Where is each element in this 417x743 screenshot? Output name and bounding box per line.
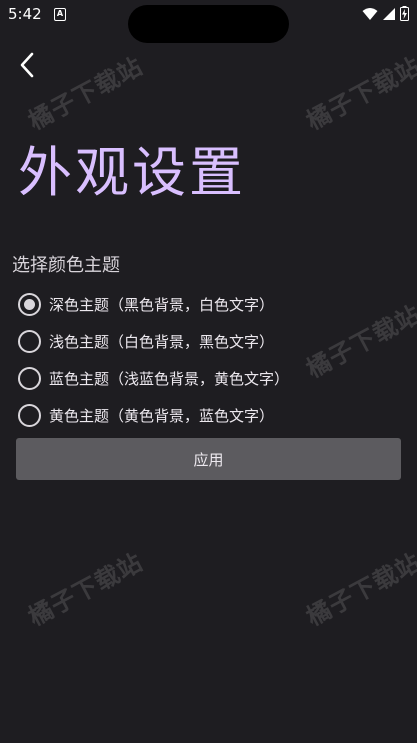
watermark: 橘子下载站 [301, 52, 417, 136]
chevron-left-icon [20, 52, 34, 78]
theme-option-yellow[interactable]: 黄色主题（黄色背景，蓝色文字） [18, 397, 398, 434]
wifi-icon [362, 7, 378, 20]
radio-dot [24, 299, 35, 310]
theme-option-light[interactable]: 浅色主题（白色背景，黑色文字） [18, 323, 398, 360]
notification-icon: A [54, 8, 66, 21]
radio-button-selected[interactable] [18, 293, 41, 316]
watermark: 橘子下载站 [301, 548, 417, 632]
theme-option-label: 蓝色主题（浅蓝色背景，黄色文字） [49, 370, 290, 388]
theme-option-label: 深色主题（黑色背景，白色文字） [49, 296, 275, 314]
status-bar: 5:42 A [0, 0, 417, 43]
watermark: 橘子下载站 [23, 548, 148, 632]
section-label: 选择颜色主题 [12, 255, 120, 276]
battery-icon [400, 6, 409, 21]
signal-icon [383, 7, 395, 20]
theme-option-blue[interactable]: 蓝色主题（浅蓝色背景，黄色文字） [18, 360, 398, 397]
radio-button[interactable] [18, 404, 41, 427]
theme-radio-group: 深色主题（黑色背景，白色文字） 浅色主题（白色背景，黑色文字） 蓝色主题（浅蓝色… [18, 286, 398, 434]
apply-button[interactable]: 应用 [16, 438, 401, 480]
theme-option-dark[interactable]: 深色主题（黑色背景，白色文字） [18, 286, 398, 323]
status-time: 5:42 [8, 5, 42, 23]
radio-button[interactable] [18, 330, 41, 353]
radio-button[interactable] [18, 367, 41, 390]
page-title: 外观设置 [18, 141, 246, 204]
status-icons [362, 6, 409, 21]
back-button[interactable] [12, 50, 42, 80]
camera-cutout [128, 5, 289, 43]
theme-option-label: 黄色主题（黄色背景，蓝色文字） [49, 407, 275, 425]
theme-option-label: 浅色主题（白色背景，黑色文字） [49, 333, 275, 351]
